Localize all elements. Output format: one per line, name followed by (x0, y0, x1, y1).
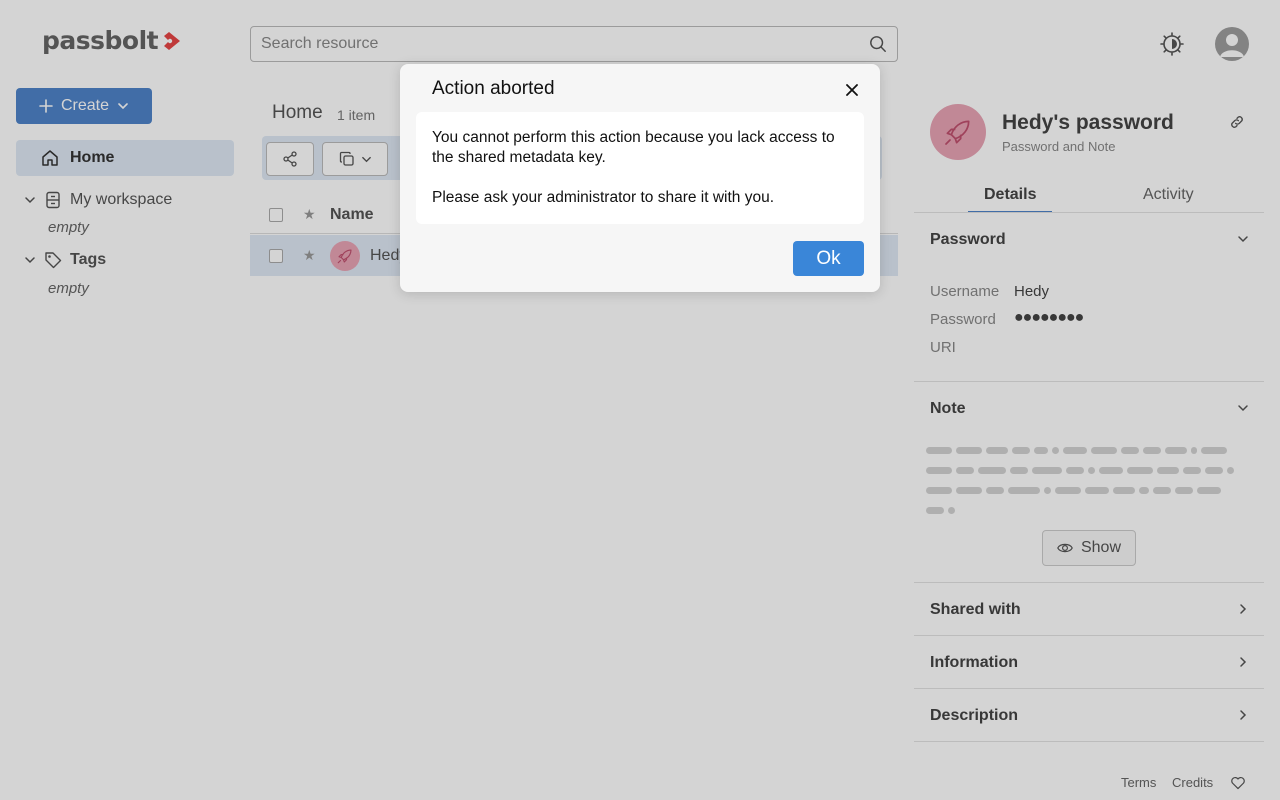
close-icon (846, 84, 858, 96)
dialog-message: You cannot perform this action because y… (432, 129, 835, 166)
dialog-instruction: Please ask your administrator to share i… (432, 189, 775, 206)
dialog-title: Action aborted (432, 78, 555, 99)
ok-button[interactable]: Ok (793, 241, 864, 276)
close-button[interactable] (842, 80, 862, 100)
action-aborted-dialog: Action aborted You cannot perform this a… (400, 64, 880, 292)
dialog-body: You cannot perform this action because y… (416, 112, 864, 224)
